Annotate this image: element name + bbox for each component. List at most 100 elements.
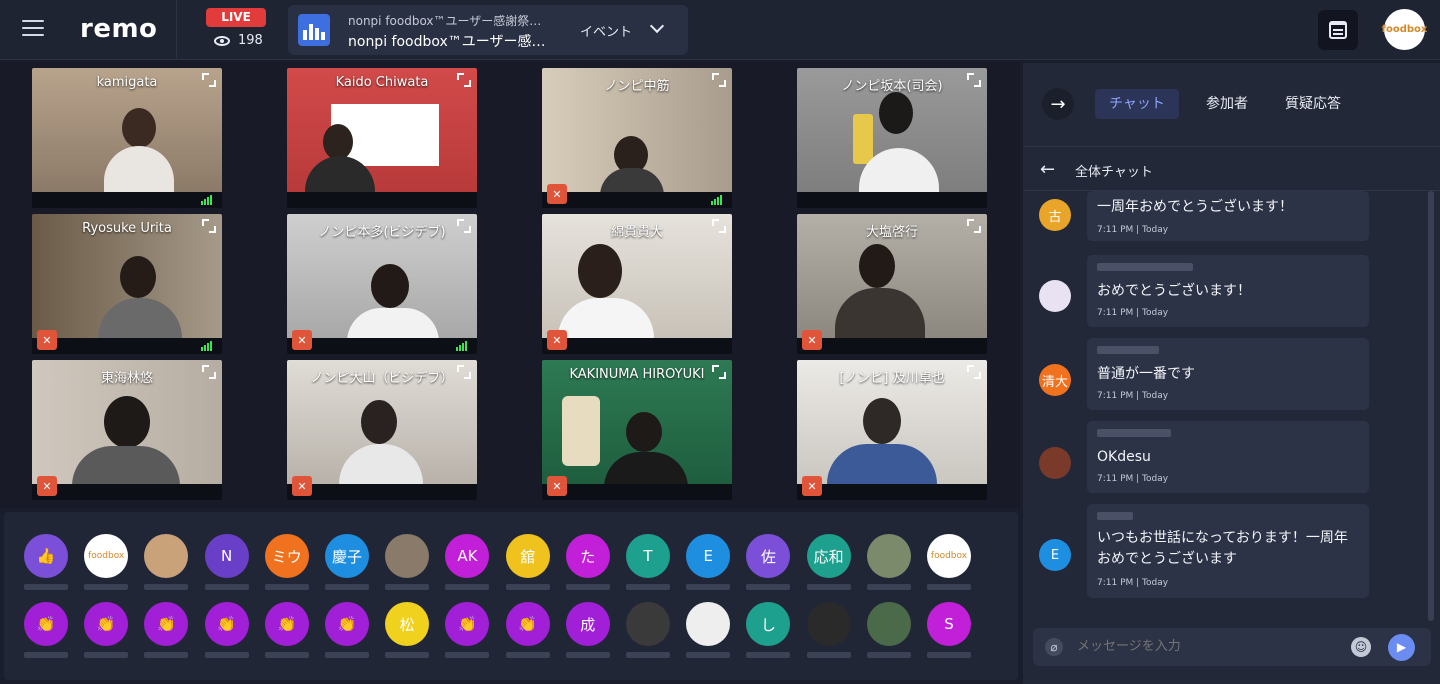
audience-avatar[interactable]: ミウ xyxy=(264,534,309,578)
video-tile[interactable]: ノンピ大山（ビジデブ） ✕ xyxy=(287,360,477,500)
chat-subheader: ← 全体チャット xyxy=(1023,147,1440,191)
message-input[interactable] xyxy=(1077,628,1337,666)
video-tile[interactable]: ノンピ中筋 ✕ xyxy=(542,68,732,208)
participant-head xyxy=(361,400,397,444)
tab-participants[interactable]: 参加者 xyxy=(1192,89,1262,119)
expand-icon[interactable] xyxy=(712,73,726,87)
expand-icon[interactable] xyxy=(457,73,471,87)
tab-chat[interactable]: チャット xyxy=(1095,89,1179,119)
profile-avatar[interactable]: foodbox xyxy=(1382,9,1427,50)
audience-avatar[interactable]: T xyxy=(626,534,670,578)
tab-qa[interactable]: 質疑応答 xyxy=(1271,89,1355,119)
tile-bar xyxy=(32,338,222,354)
audience-name xyxy=(626,652,670,658)
participant-body xyxy=(558,298,654,342)
chevron-down-icon xyxy=(649,18,665,34)
audience-name xyxy=(325,584,369,590)
audience-avatar[interactable] xyxy=(806,602,851,646)
participant-head xyxy=(879,92,913,134)
video-tile[interactable]: KAKINUMA HIROYUKI ✕ xyxy=(542,360,732,500)
audience-avatar[interactable] xyxy=(866,602,911,646)
expand-icon[interactable] xyxy=(712,219,726,233)
participant-body xyxy=(98,298,182,342)
send-button[interactable]: ▶ xyxy=(1388,634,1415,661)
audience-avatar[interactable]: 👏 xyxy=(144,602,189,646)
chat-scrollbar[interactable] xyxy=(1428,191,1434,621)
audience-avatar[interactable]: 👏 xyxy=(264,602,309,646)
expand-icon[interactable] xyxy=(457,219,471,233)
audience-name xyxy=(927,584,971,590)
expand-icon[interactable] xyxy=(457,365,471,379)
audience-avatar[interactable]: 👏 xyxy=(445,602,490,646)
expand-icon[interactable] xyxy=(967,365,981,379)
audience-avatar[interactable]: 👏 xyxy=(505,602,550,646)
message-text: おめでとうございます！ xyxy=(1097,283,1251,299)
audience-avatar[interactable]: 👍 xyxy=(24,534,68,578)
paperclip-icon[interactable]: ⌀ xyxy=(1045,638,1063,656)
audience-avatar[interactable]: 成 xyxy=(565,602,610,646)
audience-avatar[interactable]: S xyxy=(927,602,971,646)
avatar xyxy=(1039,280,1071,312)
audience-name xyxy=(385,652,430,658)
expand-icon[interactable] xyxy=(202,365,216,379)
tile-bar xyxy=(542,338,732,354)
message-time: 7:11 PM | Today xyxy=(1097,225,1169,235)
participant-head xyxy=(371,264,409,308)
calendar-button[interactable] xyxy=(1318,10,1358,50)
video-tile[interactable]: 綿貫貴大 ✕ xyxy=(542,214,732,354)
expand-icon[interactable] xyxy=(712,365,726,379)
arrow-left-icon[interactable]: ← xyxy=(1040,159,1055,180)
tile-bar xyxy=(32,192,222,208)
sender-name xyxy=(1097,429,1171,437)
audience-avatar[interactable] xyxy=(385,534,430,578)
participant-body xyxy=(72,446,180,488)
video-tile[interactable]: ノンピ坂本(司会) xyxy=(797,68,987,208)
tile-bar xyxy=(797,338,987,354)
audience-avatar[interactable]: foodbox xyxy=(927,534,971,578)
chat-channel-title: 全体チャット xyxy=(1075,165,1153,180)
audience-avatar[interactable]: 舘 xyxy=(505,534,550,578)
audience-avatar[interactable]: 慶子 xyxy=(325,534,369,578)
expand-icon[interactable] xyxy=(967,73,981,87)
expand-icon[interactable] xyxy=(202,219,216,233)
audience-avatar[interactable]: 👏 xyxy=(24,602,68,646)
audience-avatar[interactable]: 松 xyxy=(385,602,430,646)
video-tile[interactable]: 大塩啓行 ✕ xyxy=(797,214,987,354)
collapse-panel-button[interactable]: → xyxy=(1042,88,1074,120)
menu-icon[interactable] xyxy=(22,20,44,38)
audience-avatar[interactable]: 👏 xyxy=(204,602,249,646)
stage-grid: kamigata Kaido Chiwata ノンピ中筋 ✕ ノンピ坂本(司会) xyxy=(0,61,1020,508)
video-tile[interactable]: ノンピ本多(ビジデブ) ✕ xyxy=(287,214,477,354)
event-selector[interactable]: nonpi foodbox™ユーザー感謝祭… nonpi foodbox™ユーザ… xyxy=(288,5,688,55)
expand-icon[interactable] xyxy=(967,219,981,233)
video-tile[interactable]: 東海林悠 ✕ xyxy=(32,360,222,500)
audience-avatar[interactable]: 👏 xyxy=(84,602,129,646)
expand-icon[interactable] xyxy=(202,73,216,87)
arrow-right-icon: → xyxy=(1050,93,1066,115)
beverage-can xyxy=(853,114,873,164)
audience-avatar[interactable]: し xyxy=(746,602,791,646)
audience-avatar[interactable]: foodbox xyxy=(84,534,129,578)
signal-icon xyxy=(456,341,467,351)
audience-avatar[interactable]: 応和 xyxy=(806,534,851,578)
participant-name: 大塩啓行 xyxy=(865,225,918,240)
audience-panel: 👍 foodbox N ミウ 慶子 AK 舘た T E 佐応和 foodbox 👏 👏 👏 👏 👏 👏 松 👏 👏 成… xyxy=(4,512,1018,680)
video-tile[interactable]: [ノンピ] 及川卓也 ✕ xyxy=(797,360,987,500)
audience-avatar[interactable]: た xyxy=(565,534,610,578)
emoji-icon[interactable]: ☺ xyxy=(1351,637,1371,657)
audience-avatar[interactable] xyxy=(866,534,911,578)
audience-avatar[interactable]: E xyxy=(686,534,731,578)
audience-avatar[interactable]: N xyxy=(204,534,249,578)
audience-avatar[interactable]: 佐 xyxy=(746,534,791,578)
audience-avatar[interactable] xyxy=(144,534,189,578)
video-tile[interactable]: kamigata xyxy=(32,68,222,208)
participant-head xyxy=(122,108,156,148)
video-tile[interactable]: Kaido Chiwata xyxy=(287,68,477,208)
audience-avatar[interactable]: 👏 xyxy=(325,602,369,646)
audience-avatar[interactable] xyxy=(626,602,670,646)
video-tile[interactable]: Ryosuke Urita ✕ xyxy=(32,214,222,354)
audience-avatar[interactable] xyxy=(686,602,731,646)
audience-avatar[interactable]: AK xyxy=(445,534,490,578)
participant-name: KAKINUMA HIROYUKI xyxy=(569,367,705,382)
eye-icon xyxy=(214,35,230,46)
